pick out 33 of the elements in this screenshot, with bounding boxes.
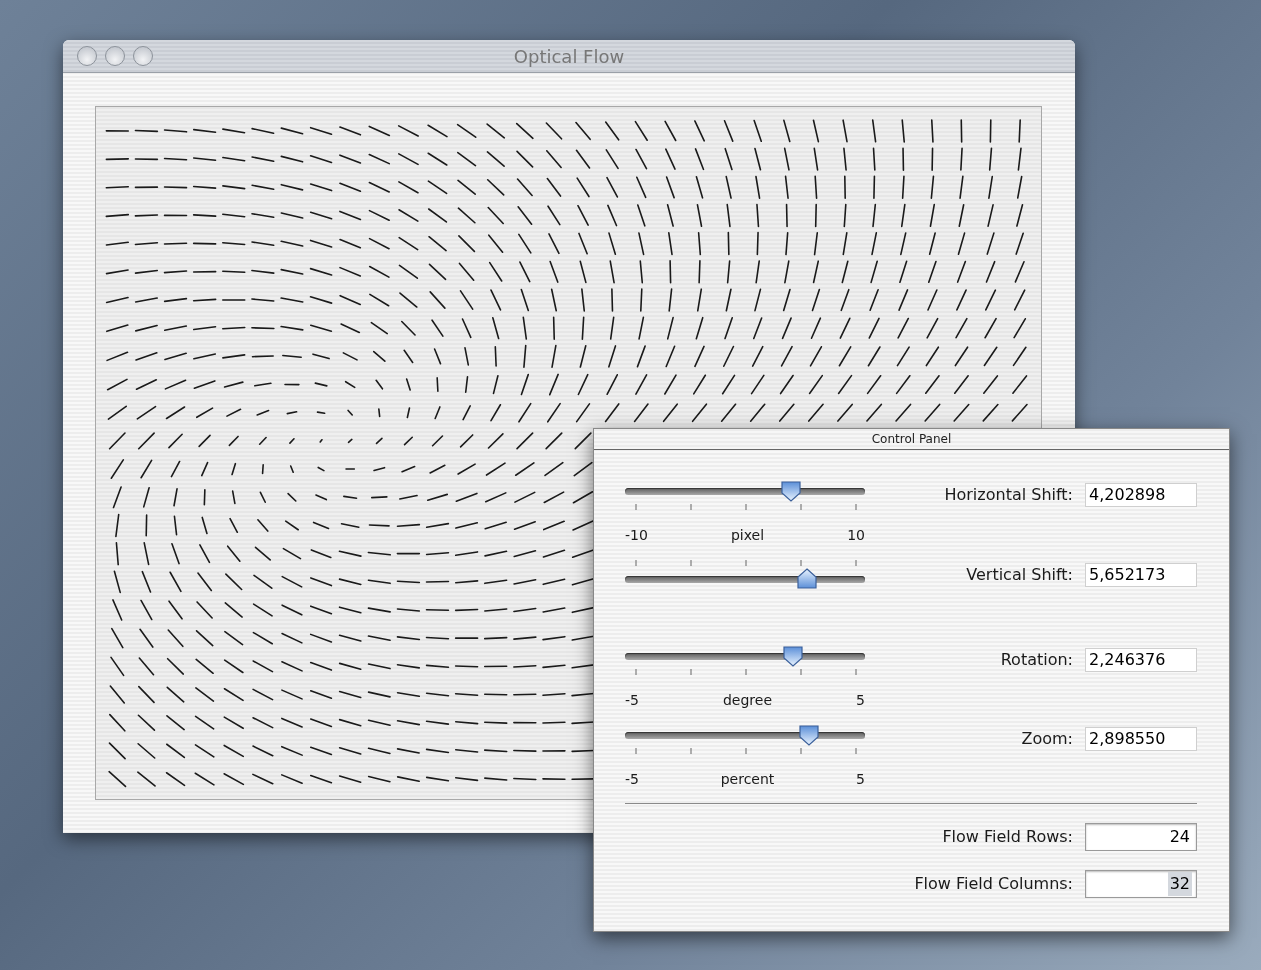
field-label: Flow Field Rows: (942, 826, 1073, 848)
value-field[interactable]: 5,652173 (1085, 563, 1197, 587)
scale-unit: pixel (730, 527, 765, 544)
scale-min: -10 (625, 527, 648, 544)
scale-min: -5 (625, 692, 639, 709)
number-field[interactable]: 24 (1085, 823, 1197, 851)
field-value: 32 (1167, 872, 1192, 896)
value-field[interactable]: 2,246376 (1085, 648, 1197, 672)
scale-unit: percent (720, 771, 775, 788)
scale-max: 5 (856, 692, 865, 709)
slider-thumb[interactable] (783, 645, 804, 667)
field-label: Rotation: (1000, 649, 1073, 671)
scale-max: 10 (847, 527, 865, 544)
value-field[interactable]: 4,202898 (1085, 483, 1197, 507)
panel-title: Control Panel (871, 431, 952, 448)
slider-thumb[interactable] (798, 724, 819, 746)
value-field[interactable]: 2,898550 (1085, 727, 1197, 751)
field-label: Horizontal Shift: (944, 484, 1073, 506)
field-value: 24 (1168, 826, 1191, 848)
slider-thumb[interactable] (781, 480, 802, 502)
field-label: Flow Field Columns: (914, 873, 1073, 895)
slider[interactable] (625, 480, 865, 502)
slider-thumb[interactable] (796, 568, 817, 590)
scale-unit: degree (723, 692, 773, 709)
slider[interactable] (625, 568, 865, 590)
window-title: Optical Flow (513, 44, 625, 69)
field-label: Zoom: (1021, 728, 1073, 750)
scale-max: 5 (856, 771, 865, 788)
scale-min: -5 (625, 771, 639, 788)
number-field[interactable]: 32 (1085, 870, 1197, 898)
field-label: Vertical Shift: (966, 564, 1073, 586)
slider[interactable] (625, 645, 865, 667)
slider[interactable] (625, 724, 865, 746)
